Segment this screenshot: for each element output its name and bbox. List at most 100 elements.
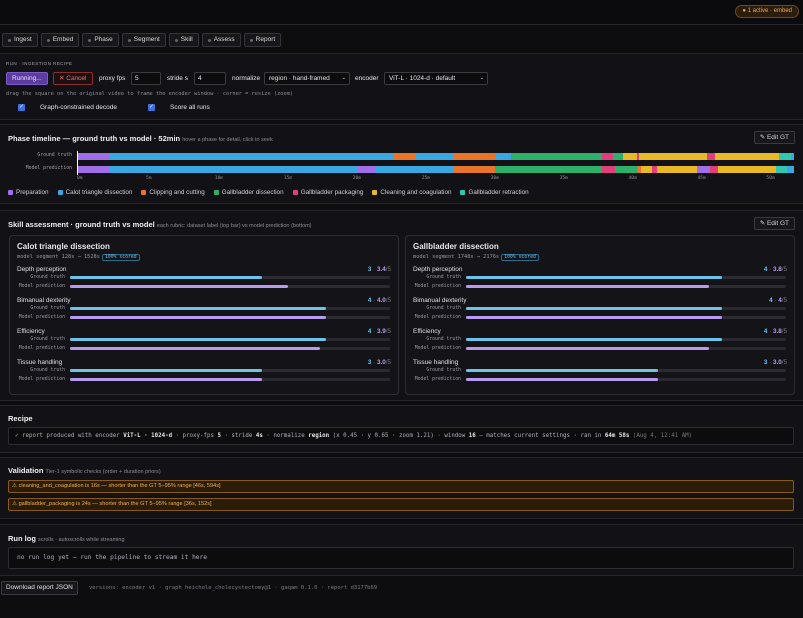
phase-segment[interactable] <box>622 153 637 160</box>
metric-score: 4 · 4/5 <box>769 297 787 304</box>
phase-segment[interactable] <box>778 153 792 160</box>
active-jobs-badge[interactable]: ● 1 active · embed <box>735 5 799 18</box>
phase-segment[interactable] <box>639 153 708 160</box>
legend-swatch <box>372 189 378 195</box>
metric-score: 3 · 3.4/5 <box>367 266 391 273</box>
phase-segment[interactable] <box>775 166 787 173</box>
gt-score-fill <box>70 307 326 310</box>
phase-segment[interactable] <box>494 166 603 173</box>
edit-gt-button[interactable]: ✎ Edit GT <box>753 217 795 230</box>
time-tick-label: 45m <box>697 176 706 181</box>
pred-row-label: Model prediction <box>25 166 72 171</box>
gt-bar-label: Ground truth <box>426 337 461 342</box>
skill-title: Skill assessment · ground truth vs model… <box>8 220 312 229</box>
card-title: Gallbladder dissection <box>413 242 499 251</box>
legend-swatch <box>57 189 63 195</box>
pred-bar-label: Model prediction <box>18 346 65 351</box>
tab-dot-icon <box>249 38 253 42</box>
score-all-label: Score all runs <box>170 104 210 111</box>
metric-name: Efficiency <box>413 328 441 335</box>
playhead[interactable] <box>77 151 78 175</box>
pred-phase-track[interactable] <box>77 166 794 173</box>
time-tick-label: 10m <box>214 176 224 181</box>
phase-segment[interactable] <box>108 166 359 173</box>
pred-score-bar <box>70 285 390 288</box>
phase-segment[interactable] <box>791 153 794 160</box>
pred-bar-label: Model prediction <box>414 315 461 320</box>
phase-segment[interactable] <box>416 153 454 160</box>
frame-hint: drag the square on the original video to… <box>6 91 294 97</box>
tab-embed[interactable]: Embed <box>40 33 80 47</box>
tab-assess[interactable]: Assess <box>201 33 241 47</box>
phase-segment[interactable] <box>453 153 495 160</box>
proxy-fps-input[interactable]: 5 <box>131 72 161 85</box>
gt-score-bar <box>466 338 786 341</box>
gt-phase-track[interactable] <box>77 153 794 160</box>
phase-segment[interactable] <box>77 166 109 173</box>
legend-item: Cleaning and coagulation <box>372 189 451 196</box>
phase-segment[interactable] <box>494 153 512 160</box>
phase-segment[interactable] <box>602 166 615 173</box>
phase-segment[interactable] <box>108 153 395 160</box>
tab-ingest[interactable]: Ingest <box>2 33 38 47</box>
phase-segment[interactable] <box>602 153 614 160</box>
time-tick-label: 15m <box>283 176 293 181</box>
phase-segment[interactable] <box>374 166 454 173</box>
phase-segment[interactable] <box>657 166 698 173</box>
phase-legend: Preparation Calot triangle dissection Clip… <box>8 189 529 196</box>
time-tick-label: 20m <box>352 176 362 181</box>
phase-segment[interactable] <box>77 153 109 160</box>
phase-segment[interactable] <box>718 166 776 173</box>
phase-segment[interactable] <box>453 166 495 173</box>
rubric-metric: Bimanual dexterity 4 · 4/5 Ground truth Mod… <box>413 297 787 325</box>
phase-segment[interactable] <box>697 166 710 173</box>
normalize-select[interactable]: region · hand-framed ⌄ <box>264 72 350 85</box>
running-button[interactable]: Running... <box>6 72 48 85</box>
phase-segment[interactable] <box>709 166 719 173</box>
phase-segment[interactable] <box>511 153 603 160</box>
legend-item: Gallbladder packaging <box>292 189 363 196</box>
pred-score-fill <box>70 378 262 381</box>
metric-score: 3 · 3.0/5 <box>367 359 391 366</box>
time-tick-label: 0m <box>77 176 83 181</box>
tab-skill[interactable]: Skill <box>168 33 199 47</box>
tab-segment[interactable]: Segment <box>121 33 166 47</box>
metric-score: 4 · 4.0/5 <box>367 297 391 304</box>
phase-segment[interactable] <box>358 166 375 173</box>
normalize-label: normalize <box>232 75 261 82</box>
phase-segment[interactable] <box>707 153 716 160</box>
legend-item: Clipping and cutting <box>141 189 205 196</box>
graph-decode-checkbox[interactable]: ✓ <box>18 104 25 111</box>
tab-phase[interactable]: Phase <box>82 33 119 47</box>
time-tick-label: 40m <box>628 176 637 181</box>
gt-score-bar <box>70 338 390 341</box>
metric-score: 3 · 3.0/5 <box>763 359 787 366</box>
encoder-select[interactable]: ViT-L · 1024-d · default ⌄ <box>384 72 488 85</box>
tab-report[interactable]: Report <box>243 33 282 47</box>
tab-dot-icon <box>8 38 11 42</box>
phase-segment[interactable] <box>394 153 417 160</box>
download-report-button[interactable]: Download report JSON <box>1 581 78 595</box>
time-tick-label: 25m <box>421 176 431 181</box>
top-bar: ● 1 active · embed <box>0 0 803 24</box>
divider <box>0 24 803 25</box>
phase-segment[interactable] <box>786 166 794 173</box>
encoder-label: encoder <box>355 75 379 82</box>
score-all-checkbox[interactable]: ✓ <box>148 104 155 111</box>
phase-segment[interactable] <box>614 166 637 173</box>
edit-gt-button[interactable]: ✎ Edit GT <box>753 131 795 144</box>
phase-segment[interactable] <box>613 153 623 160</box>
cancel-button[interactable]: ✕ Cancel <box>53 72 93 85</box>
legend-item: Preparation <box>8 189 49 196</box>
stride-input[interactable]: 4 <box>194 72 226 85</box>
pred-score-bar <box>466 347 786 350</box>
timeline-title: Phase timeline — ground truth vs model ·… <box>8 134 273 143</box>
phase-segment[interactable] <box>640 166 652 173</box>
run-log-output[interactable]: no run log yet — run the pipeline to str… <box>8 547 794 569</box>
time-tick-label: 35m <box>559 176 568 181</box>
gt-score-fill <box>70 369 262 372</box>
phase-segment[interactable] <box>715 153 779 160</box>
pred-score-bar <box>466 285 786 288</box>
pred-score-fill <box>466 316 722 319</box>
gt-score-fill <box>466 369 658 372</box>
